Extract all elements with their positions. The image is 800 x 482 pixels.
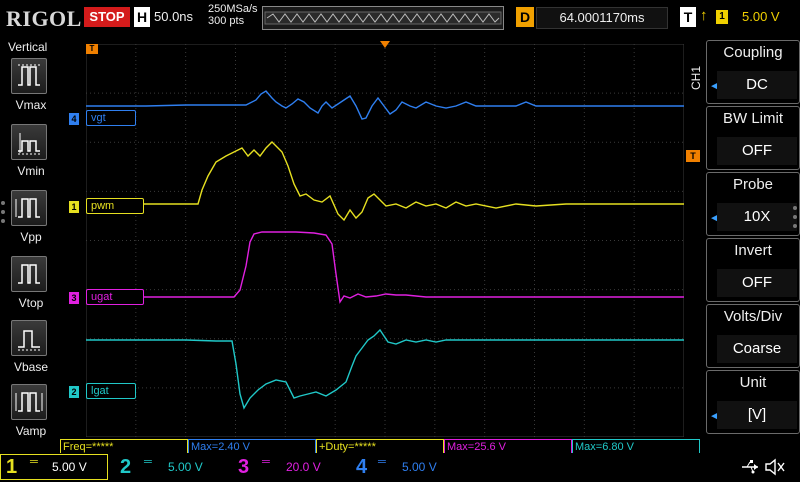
ch3-scale-value: 20.0 V [286, 460, 321, 474]
ch2-number-tag: 2 [69, 386, 79, 398]
trigger-level-value[interactable]: 5.00 V [742, 9, 780, 24]
speaker-muted-icon[interactable] [764, 457, 786, 482]
ch3-number-tag: 3 [69, 292, 79, 304]
waveform-canvas [86, 44, 684, 437]
measurement-max-ch3[interactable]: Max=25.6 V [444, 439, 572, 453]
measurement-duty[interactable]: +Duty=***** [316, 439, 444, 453]
channel-menu-tab: CH1 [689, 66, 703, 91]
trigger-source-badge: 1 [716, 10, 728, 24]
unit-title: Unit [739, 374, 767, 391]
ch3-number[interactable]: 3 [238, 454, 249, 480]
bw-limit-menu-item[interactable]: BW Limit OFF [706, 106, 800, 170]
measurement-max-ch2[interactable]: Max=6.80 V [572, 439, 700, 453]
ch4-scale-value: 5.00 V [402, 460, 437, 474]
run-stop-status[interactable]: STOP [84, 7, 130, 27]
unit-value: [V] [717, 401, 797, 429]
invert-title: Invert [734, 242, 772, 259]
vtop-button[interactable] [11, 256, 47, 292]
coupling-title: Coupling [723, 44, 783, 61]
vpp-button[interactable] [11, 190, 47, 226]
ch1-number: 1 [6, 456, 18, 478]
trigger-badge: T [680, 7, 696, 27]
ch1-label-tag[interactable]: pwm [86, 198, 144, 214]
graticule [86, 44, 684, 437]
probe-value: 10X [717, 203, 797, 231]
coupling-value: DC [717, 71, 797, 99]
ch2-label-tag[interactable]: lgat [86, 383, 136, 399]
ch1-scale-value: 5.00 V [52, 460, 87, 474]
volts-div-title: Volts/Div [723, 308, 783, 325]
vmax-icon [18, 64, 40, 86]
vamp-icon [15, 392, 43, 412]
waveform-display[interactable] [86, 44, 684, 437]
bw-limit-value: OFF [717, 137, 797, 165]
page-indicator-dots [0, 200, 6, 229]
vmax-button[interactable] [11, 58, 47, 94]
vamp-button[interactable] [11, 384, 47, 420]
timebase-value[interactable]: 50.0ns [154, 9, 193, 24]
memory-position-strip [262, 6, 504, 30]
measurement-freq[interactable]: Freq=***** [60, 439, 188, 453]
vbase-button[interactable] [11, 320, 47, 356]
vbase-icon [18, 330, 40, 351]
delay-value[interactable]: 64.0001170ms [536, 7, 668, 29]
trigger-level-marker[interactable]: T [686, 150, 700, 162]
coupling-menu-item[interactable]: Coupling ◀ DC [706, 40, 800, 104]
trace-ch3-ugat [86, 231, 684, 304]
vpp-icon [15, 198, 40, 218]
vmin-icon [18, 133, 40, 155]
invert-menu-item[interactable]: Invert OFF [706, 238, 800, 302]
volts-div-value: Coarse [717, 335, 797, 363]
brand-logo: RIGOL [6, 6, 82, 31]
ch3-label-tag[interactable]: ugat [86, 289, 144, 305]
ch4-label-tag[interactable]: vgt [86, 110, 136, 126]
vtop-label: Vtop [18, 296, 44, 310]
probe-title: Probe [732, 176, 774, 193]
probe-menu-item[interactable]: Probe ◀ 10X [706, 172, 800, 236]
memory-waveform-icon [264, 11, 502, 25]
ch4-number-tag: 4 [69, 113, 79, 125]
vmax-label: Vmax [15, 98, 47, 112]
vtop-icon [18, 264, 40, 284]
horizontal-badge: H [134, 7, 150, 27]
ch2-scale-value: 5.00 V [168, 460, 203, 474]
ch2-number[interactable]: 2 [120, 454, 131, 480]
memory-depth: 300 pts [208, 15, 245, 27]
ch1-number-tag: 1 [69, 201, 79, 213]
trigger-position-icon[interactable] [380, 36, 390, 54]
menu-page-dots [792, 205, 798, 234]
vpp-label: Vpp [20, 230, 42, 244]
vbase-label: Vbase [13, 360, 49, 374]
usb-icon [740, 458, 760, 481]
measure-category-title[interactable]: Vertical [8, 40, 47, 54]
vmin-button[interactable] [11, 124, 47, 160]
ch4-number[interactable]: 4 [356, 454, 367, 480]
vmin-label: Vmin [17, 164, 45, 178]
trigger-time-marker[interactable]: T [86, 44, 98, 54]
delay-badge: D [516, 7, 534, 27]
rising-edge-icon: ↑ [700, 7, 708, 24]
bw-limit-title: BW Limit [723, 110, 783, 127]
sample-rate: 250MSa/s [208, 3, 258, 15]
measurement-max-ch4[interactable]: Max=2.40 V [188, 439, 316, 453]
volts-div-menu-item[interactable]: Volts/Div Coarse [706, 304, 800, 368]
unit-menu-item[interactable]: Unit ◀ [V] [706, 370, 800, 434]
channel-settings-menu: Coupling ◀ DC BW Limit OFF Probe ◀ 10X I… [706, 36, 800, 438]
invert-value: OFF [717, 269, 797, 297]
vamp-label: Vamp [15, 424, 47, 438]
